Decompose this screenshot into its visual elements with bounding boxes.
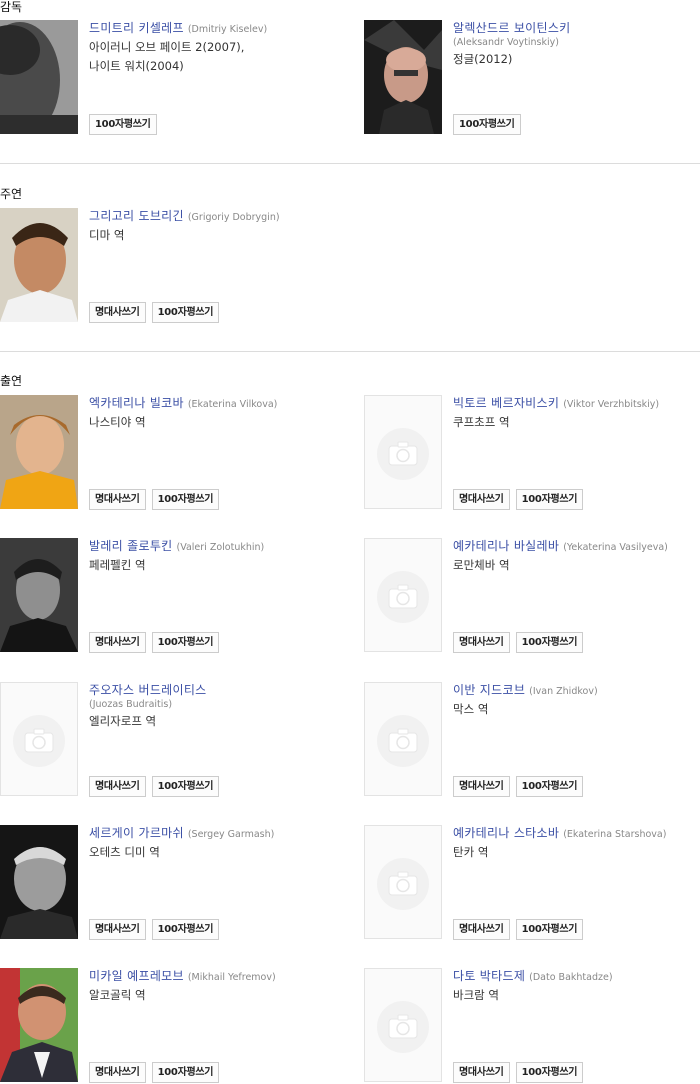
lead-actor-card: 그리고리 도브리긴 (Grigoriy Dobrygin) 디마 역 명대사쓰기 … [0, 208, 340, 324]
person-name-en: (Dato Bakhtadze) [529, 972, 613, 984]
director-photo[interactable] [0, 20, 78, 134]
write-quote-button[interactable]: 명대사쓰기 [89, 302, 146, 323]
cast-card: 빅토르 베르자비스키 (Viktor Verzhbitskiy) 쿠프초프 역명대사… [364, 395, 700, 511]
section-title-lead: 주연 [0, 187, 23, 201]
write-review-button[interactable]: 100자평쓰기 [151, 489, 220, 510]
director-card: 드미트리 키셀레프 (Dmitriy Kiselev) 아이러니 오브 페이트 2… [0, 20, 340, 136]
person-name-en: (Aleksandr Voytinskiy) [453, 37, 559, 48]
actor-photo[interactable] [0, 395, 78, 509]
cast-card: 예카테리나 바실레바 (Yekaterina Vasilyeva) 로만체바 역명대… [364, 538, 700, 654]
person-name-link[interactable]: 이반 지드코브 [453, 683, 525, 697]
write-review-button[interactable]: 100자평쓰기 [151, 775, 220, 797]
person-name-link[interactable]: 예카테리나 스타소바 [453, 826, 559, 840]
write-quote-button[interactable]: 명대사쓰기 [89, 775, 146, 797]
write-quote-button[interactable]: 명대사쓰기 [89, 1062, 146, 1084]
cast-card: 이반 지드코브 (Ivan Zhidkov) 막스 역명대사쓰기 100자평쓰기 [364, 681, 700, 798]
role-text: 쿠프초프 역 [453, 415, 510, 429]
director-photo[interactable] [364, 20, 442, 134]
role-text: 바크람 역 [453, 988, 499, 1003]
person-name-en: (Valeri Zolotukhin) [176, 542, 265, 554]
person-name-en: (Dmitriy Kiselev) [187, 24, 268, 35]
role-text: 페레펠킨 역 [89, 558, 146, 573]
person-name-en: (Viktor Verzhbitskiy) [563, 399, 660, 410]
role-text: 로만체바 역 [453, 558, 510, 573]
write-review-button[interactable]: 100자평쓰기 [89, 114, 157, 135]
filmography-line: 아이러니 오브 페이트 2(2007), [89, 40, 245, 54]
person-name-en: (Mikhail Yefremov) [187, 972, 276, 984]
person-name-en: (Yekaterina Vasilyeva) [563, 542, 668, 554]
actor-photo[interactable] [0, 968, 78, 1083]
write-review-button[interactable]: 100자평쓰기 [151, 1062, 220, 1084]
person-name-link[interactable]: 엑카테리나 빌코바 [89, 396, 184, 410]
write-quote-button[interactable]: 명대사쓰기 [89, 489, 146, 510]
section-title-cast: 출연 [0, 374, 23, 388]
actor-photo[interactable] [0, 538, 78, 653]
write-review-button[interactable]: 100자평쓰기 [515, 918, 584, 940]
person-name-en: (Ekaterina Vilkova) [187, 399, 278, 410]
write-review-button[interactable]: 100자평쓰기 [515, 775, 584, 797]
photo-placeholder-icon[interactable] [364, 681, 442, 796]
person-name-en: (Ekaterina Starshova) [563, 828, 667, 840]
cast-card: 주오자스 버드레이티스 (Juozas Budraitis) 엘리자로프 역명대사쓰… [0, 681, 340, 798]
person-name-link[interactable]: 주오자스 버드레이티스 [89, 683, 207, 697]
role-text: 알코골릭 역 [89, 988, 146, 1003]
photo-placeholder-icon[interactable] [364, 824, 442, 939]
actor-photo[interactable] [0, 824, 78, 939]
write-quote-button[interactable]: 명대사쓰기 [89, 632, 146, 654]
role-text: 디마 역 [89, 228, 125, 242]
person-name-link[interactable]: 알렉산드르 보이틴스키 [453, 21, 571, 35]
cast-card: 다토 박타드제 (Dato Bakhtadze) 바크람 역명대사쓰기 100자평쓰… [364, 968, 700, 1084]
section-divider [0, 163, 700, 164]
photo-placeholder-icon[interactable] [0, 681, 78, 796]
section-title-director: 감독 [0, 0, 23, 14]
person-name-en: (Juozas Budraitis) [89, 698, 173, 710]
cast-card: 엑카테리나 빌코바 (Ekaterina Vilkova) 나스티야 역 명대사쓰기 … [0, 395, 340, 511]
person-name-en: (Ivan Zhidkov) [529, 685, 598, 697]
person-name-link[interactable]: 발레리 졸로투킨 [89, 539, 173, 553]
write-review-button[interactable]: 100자평쓰기 [515, 632, 584, 654]
write-quote-button[interactable]: 명대사쓰기 [453, 1062, 510, 1084]
role-text: 엘리자로프 역 [89, 713, 157, 728]
person-name-link[interactable]: 그리고리 도브리긴 [89, 209, 184, 223]
person-name-link[interactable]: 빅토르 베르자비스키 [453, 396, 559, 410]
person-name-link[interactable]: 예카테리나 바실레바 [453, 539, 559, 553]
write-review-button[interactable]: 100자평쓰기 [151, 632, 220, 654]
photo-placeholder-icon[interactable] [364, 395, 442, 509]
director-card: 알렉산드르 보이틴스키 (Aleksandr Voytinskiy) 정글(20… [364, 20, 700, 136]
role-text: 오테츠 디미 역 [89, 844, 160, 859]
write-quote-button[interactable]: 명대사쓰기 [453, 489, 510, 510]
write-review-button[interactable]: 100자평쓰기 [515, 1062, 584, 1084]
person-name-link[interactable]: 드미트리 키셀레프 [89, 21, 184, 35]
role-text: 막스 역 [453, 701, 489, 716]
filmography-line: 정글(2012) [453, 52, 513, 66]
write-review-button[interactable]: 100자평쓰기 [453, 114, 521, 135]
write-quote-button[interactable]: 명대사쓰기 [453, 918, 510, 940]
cast-card: 미카일 예프레모브 (Mikhail Yefremov) 알코골릭 역명대사쓰기 1… [0, 968, 340, 1084]
photo-placeholder-icon[interactable] [364, 968, 442, 1083]
role-text: 탄카 역 [453, 844, 489, 859]
cast-card: 발레리 졸로투킨 (Valeri Zolotukhin) 페레펠킨 역명대사쓰기 1… [0, 538, 340, 654]
write-quote-button[interactable]: 명대사쓰기 [453, 775, 510, 797]
write-quote-button[interactable]: 명대사쓰기 [89, 918, 146, 940]
person-name-link[interactable]: 다토 박타드제 [453, 969, 525, 983]
section-divider [0, 351, 700, 352]
photo-placeholder-icon[interactable] [364, 538, 442, 653]
person-name-en: (Sergey Garmash) [187, 828, 275, 840]
role-text: 나스티야 역 [89, 415, 146, 429]
write-review-button[interactable]: 100자평쓰기 [151, 302, 220, 323]
actor-photo[interactable] [0, 208, 78, 322]
person-name-en: (Grigoriy Dobrygin) [187, 212, 280, 223]
cast-card: 세르게이 가르마쉬 (Sergey Garmash) 오테츠 디미 역명대사쓰기 1… [0, 824, 340, 941]
filmography-line: 나이트 워치(2004) [89, 59, 184, 73]
write-review-button[interactable]: 100자평쓰기 [151, 918, 220, 940]
cast-card: 예카테리나 스타소바 (Ekaterina Starshova) 탄카 역명대사쓰기… [364, 824, 700, 941]
person-name-link[interactable]: 미카일 예프레모브 [89, 969, 184, 983]
write-review-button[interactable]: 100자평쓰기 [515, 489, 584, 510]
write-quote-button[interactable]: 명대사쓰기 [453, 632, 510, 654]
person-name-link[interactable]: 세르게이 가르마쉬 [89, 826, 184, 840]
